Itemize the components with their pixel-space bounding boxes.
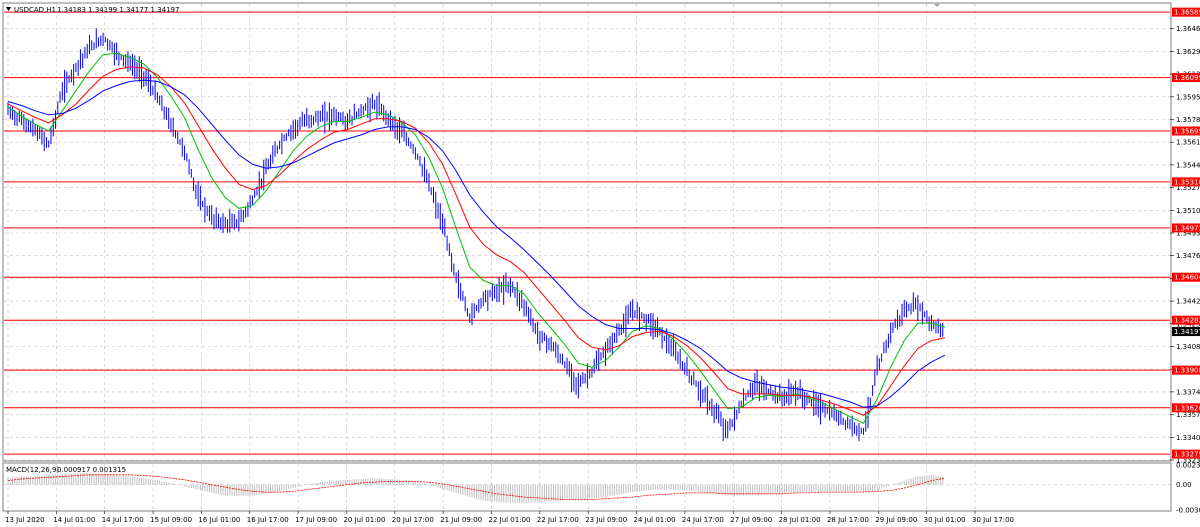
x-tick-label: 28 Jul 01:00 [779,516,821,524]
macd-title: MACD(12,26,9) [6,466,59,474]
y-tick-label: 1.36465 [1176,25,1200,33]
y-tick-label: 1.35445 [1176,161,1200,169]
y-tick-label: 1.35785 [1176,116,1200,124]
x-tick-label: 14 Jul 01:00 [53,516,95,524]
y-tick-label: 1.35105 [1176,207,1200,215]
y-tick-label: 1.34085 [1176,343,1200,351]
x-tick-label: 13 Jul 2020 [5,516,45,524]
x-tick-label: 20 Jul 17:00 [392,516,434,524]
x-tick-label: 16 Jul 01:00 [198,516,240,524]
level-tag-label: 1.34604 [1174,274,1200,282]
x-tick-label: 21 Jul 09:00 [440,516,482,524]
y-tick-label: 1.33745 [1176,388,1200,396]
macd-tick-label: 0.00 [1176,481,1192,489]
level-tag-label: 1.35318 [1174,178,1200,186]
chart-header: USDCAD,H1 1.34183 1.34199 1.34177 1.3419… [6,6,179,14]
level-tag-label: 1.33279 [1174,451,1200,459]
current-price-label: 1.34197 [1174,328,1200,336]
y-tick-label: 1.33575 [1176,411,1200,419]
level-tag-label: 1.34973 [1174,224,1200,232]
macd-values: 0.000917 0.001315 [57,466,126,474]
x-tick-label: 24 Jul 01:00 [634,516,676,524]
x-tick-label: 22 Jul 17:00 [537,516,579,524]
x-tick-label: 16 Jul 17:00 [247,516,289,524]
level-tag-label: 1.35699 [1174,127,1200,135]
x-tick-label: 24 Jul 17:00 [682,516,724,524]
y-tick-label: 1.34765 [1176,252,1200,260]
level-tag-label: 1.33908 [1174,367,1200,375]
y-tick-label: 1.34425 [1176,298,1200,306]
macd-header: MACD(12,26,9) 0.000917 0.001315 [6,466,126,474]
x-tick-label: 30 Jul 01:00 [924,516,966,524]
y-tick-label: 1.35955 [1176,93,1200,101]
x-tick-label: 17 Jul 09:00 [295,516,337,524]
symbol-title: USDCAD,H1 [14,6,56,14]
x-tick-label: 15 Jul 09:00 [150,516,192,524]
y-tick-label: 1.36295 [1176,48,1200,56]
x-tick-label: 14 Jul 17:00 [102,516,144,524]
level-tag-label: 1.33626 [1174,404,1200,412]
chart-canvas: 1.364651.362951.361251.359551.357851.356… [0,0,1200,527]
chart-background [0,0,1200,527]
x-tick-label: 27 Jul 09:00 [730,516,772,524]
x-tick-label: 28 Jul 17:00 [827,516,869,524]
macd-tick-label: 0.00239 [1176,462,1200,470]
ohlc-values: 1.34183 1.34199 1.34177 1.34197 [57,6,179,14]
y-tick-label: 1.35615 [1176,139,1200,147]
x-tick-label: 22 Jul 01:00 [489,516,531,524]
level-tag-label: 1.36589 [1174,9,1200,17]
y-tick-label: 1.33405 [1176,434,1200,442]
macd-tick-label: -0.00307 [1176,507,1200,515]
x-tick-label: 30 Jul 17:00 [972,516,1014,524]
x-tick-label: 20 Jul 01:00 [343,516,385,524]
level-tag-label: 1.34282 [1174,317,1200,325]
level-tag-label: 1.36099 [1174,74,1200,82]
x-tick-label: 23 Jul 09:00 [585,516,627,524]
x-tick-label: 29 Jul 09:00 [875,516,917,524]
